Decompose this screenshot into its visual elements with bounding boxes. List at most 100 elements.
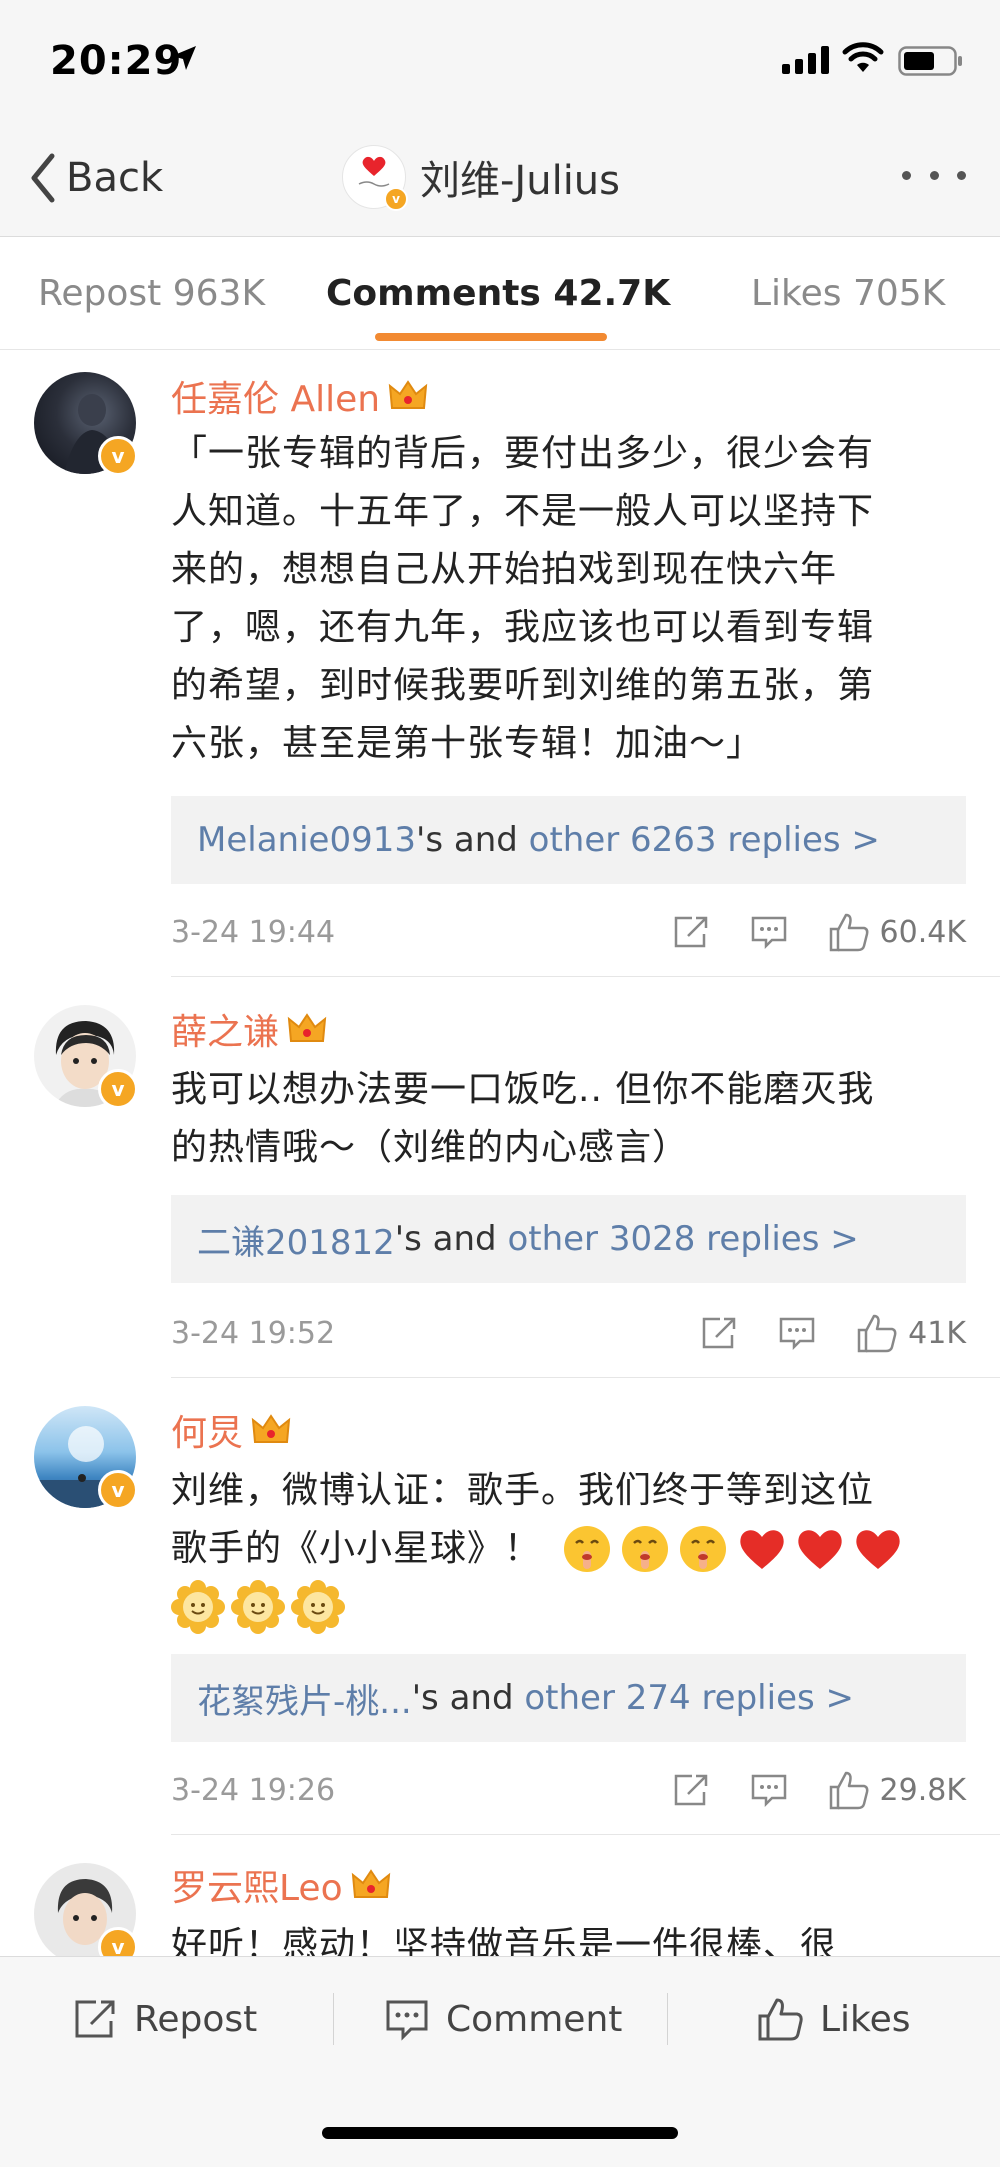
replies-link[interactable]: Melanie0913 's and other 6263 replies > xyxy=(171,796,966,884)
comment-text: 好听！感动！坚持做音乐是一件很棒、很 xyxy=(171,1925,838,1956)
home-indicator[interactable] xyxy=(322,2127,678,2139)
comment-text: 刘维，微博认证：歌手。我们终于等到这位 歌手的《小小星球》！ xyxy=(171,1462,961,1634)
reply-connector: 's and xyxy=(415,820,529,860)
crown-icon xyxy=(251,1414,291,1443)
verified-badge-icon: v xyxy=(98,436,138,476)
reply-user: 二谦201812 xyxy=(197,1222,395,1263)
tab-active-indicator xyxy=(375,333,607,341)
emoji-row xyxy=(561,1523,905,1575)
shush-emoji-icon xyxy=(622,1526,669,1572)
battery-icon xyxy=(898,46,962,76)
cellular-signal-icon xyxy=(782,46,829,74)
crown-icon xyxy=(287,1013,327,1042)
comment-time: 3-24 19:26 xyxy=(171,1772,336,1808)
comment-item: v 罗云熙Leo 好听！感动！坚持做音乐是一件很棒、很 xyxy=(0,1835,1000,1956)
reply-count: other 274 replies > xyxy=(524,1678,854,1718)
verified-badge-icon: v xyxy=(384,187,408,211)
heart-emoji-icon xyxy=(740,1530,784,1569)
comment-icon xyxy=(779,1317,815,1351)
avatar: v xyxy=(342,145,408,211)
wifi-icon xyxy=(842,42,884,72)
repost-button[interactable]: Repost xyxy=(72,1987,257,2051)
comment-icon xyxy=(751,916,786,950)
shush-emoji-icon xyxy=(564,1526,611,1572)
verified-badge-icon: v xyxy=(98,1470,138,1510)
like-bottom-button[interactable]: Likes xyxy=(756,1987,911,2051)
comment-icon xyxy=(751,1774,786,1808)
comment-time: 3-24 19:52 xyxy=(171,1315,336,1351)
share-button[interactable] xyxy=(672,1772,710,1808)
bottom-action-bar: Repost Comment Likes xyxy=(0,1956,1000,2167)
comment-button[interactable]: Comment xyxy=(384,1987,622,2051)
share-button[interactable] xyxy=(700,1315,738,1351)
share-icon xyxy=(674,1774,707,1806)
shush-emoji-icon xyxy=(680,1526,727,1572)
divider xyxy=(171,1377,1000,1378)
like-count: 60.4K xyxy=(879,914,966,950)
avatar[interactable]: v xyxy=(34,1863,138,1956)
username[interactable]: 薛之谦 xyxy=(171,1003,279,1055)
reply-count: other 3028 replies > xyxy=(507,1219,859,1259)
flower-emoji-icon xyxy=(291,1580,345,1634)
avatar[interactable]: v xyxy=(34,1005,138,1109)
more-options-icon[interactable] xyxy=(902,160,966,190)
emoji-row xyxy=(171,1580,961,1634)
crown-icon xyxy=(388,380,428,409)
status-bar: 20:29 xyxy=(0,0,1000,120)
comment-text: 我可以想办法要一口饭吃.. 但你不能磨灭我 的热情哦～（刘维的内心感言） xyxy=(171,1069,875,1168)
like-button[interactable]: 29.8K xyxy=(828,1770,966,1810)
tab-likes[interactable]: Likes 705K xyxy=(751,273,945,314)
share-icon xyxy=(702,1317,736,1349)
username[interactable]: 罗云熙Leo xyxy=(171,1859,343,1911)
like-button[interactable]: 41K xyxy=(856,1313,966,1353)
share-icon xyxy=(75,2000,115,2038)
reply-button[interactable] xyxy=(778,1315,816,1351)
thumbs-up-icon xyxy=(829,1771,868,1810)
tab-comments[interactable]: Comments 42.7K xyxy=(326,273,670,314)
thumbs-up-icon xyxy=(857,1314,897,1353)
divider xyxy=(333,1993,334,2045)
verified-badge-icon: v xyxy=(98,1069,138,1109)
replies-link[interactable]: 花絮残片-桃... 's and other 274 replies > xyxy=(171,1654,966,1742)
navigation-bar: Back v 刘维-Julius xyxy=(0,120,1000,237)
reply-user: Melanie0913 xyxy=(197,820,416,860)
comment-icon xyxy=(386,2000,428,2041)
heart-emoji-icon xyxy=(856,1530,900,1569)
divider xyxy=(667,1993,668,2045)
like-button[interactable]: 60.4K xyxy=(828,912,966,952)
avatar[interactable]: v xyxy=(34,372,138,476)
username[interactable]: 何炅 xyxy=(171,1404,243,1456)
flower-emoji-icon xyxy=(171,1580,225,1634)
reply-button[interactable] xyxy=(750,1772,788,1808)
status-time: 20:29 xyxy=(50,38,183,84)
reply-button[interactable] xyxy=(750,914,788,950)
repost-label: Repost xyxy=(134,1998,258,2040)
thumbs-up-icon xyxy=(829,913,868,952)
back-button[interactable]: Back xyxy=(30,150,163,206)
reply-user: 花絮残片-桃... xyxy=(197,1681,412,1722)
chevron-left-icon xyxy=(31,153,55,203)
tab-repost[interactable]: Repost 963K xyxy=(38,273,265,314)
comment-time: 3-24 19:44 xyxy=(171,914,336,950)
likes-label: Likes xyxy=(820,1998,911,2040)
comment-text: 「一张专辑的背后，要付出多少，很少会有 人知道。十五年了，不是一般人可以坚持下 … xyxy=(171,433,875,764)
divider xyxy=(171,976,1000,977)
reply-connector: 's and xyxy=(394,1219,508,1259)
flower-emoji-icon xyxy=(231,1580,285,1634)
back-label: Back xyxy=(66,155,164,201)
thumbs-up-icon xyxy=(758,1998,803,2041)
tab-bar: Repost 963K Comments 42.7K Likes 705K xyxy=(0,237,1000,350)
page-title: 刘维-Julius xyxy=(420,158,620,204)
reply-connector: 's and xyxy=(411,1678,525,1718)
nav-user[interactable]: v 刘维-Julius xyxy=(342,142,620,212)
share-icon xyxy=(674,916,707,948)
avatar[interactable]: v xyxy=(34,1406,138,1510)
comment-label: Comment xyxy=(446,1998,623,2040)
heart-emoji-icon xyxy=(798,1530,842,1569)
like-count: 41K xyxy=(908,1315,966,1351)
share-button[interactable] xyxy=(672,914,710,950)
crown-icon xyxy=(351,1869,390,1898)
username[interactable]: 任嘉伦 Allen xyxy=(171,370,380,422)
replies-link[interactable]: 二谦201812 's and other 3028 replies > xyxy=(171,1195,966,1283)
like-count: 29.8K xyxy=(879,1772,966,1808)
